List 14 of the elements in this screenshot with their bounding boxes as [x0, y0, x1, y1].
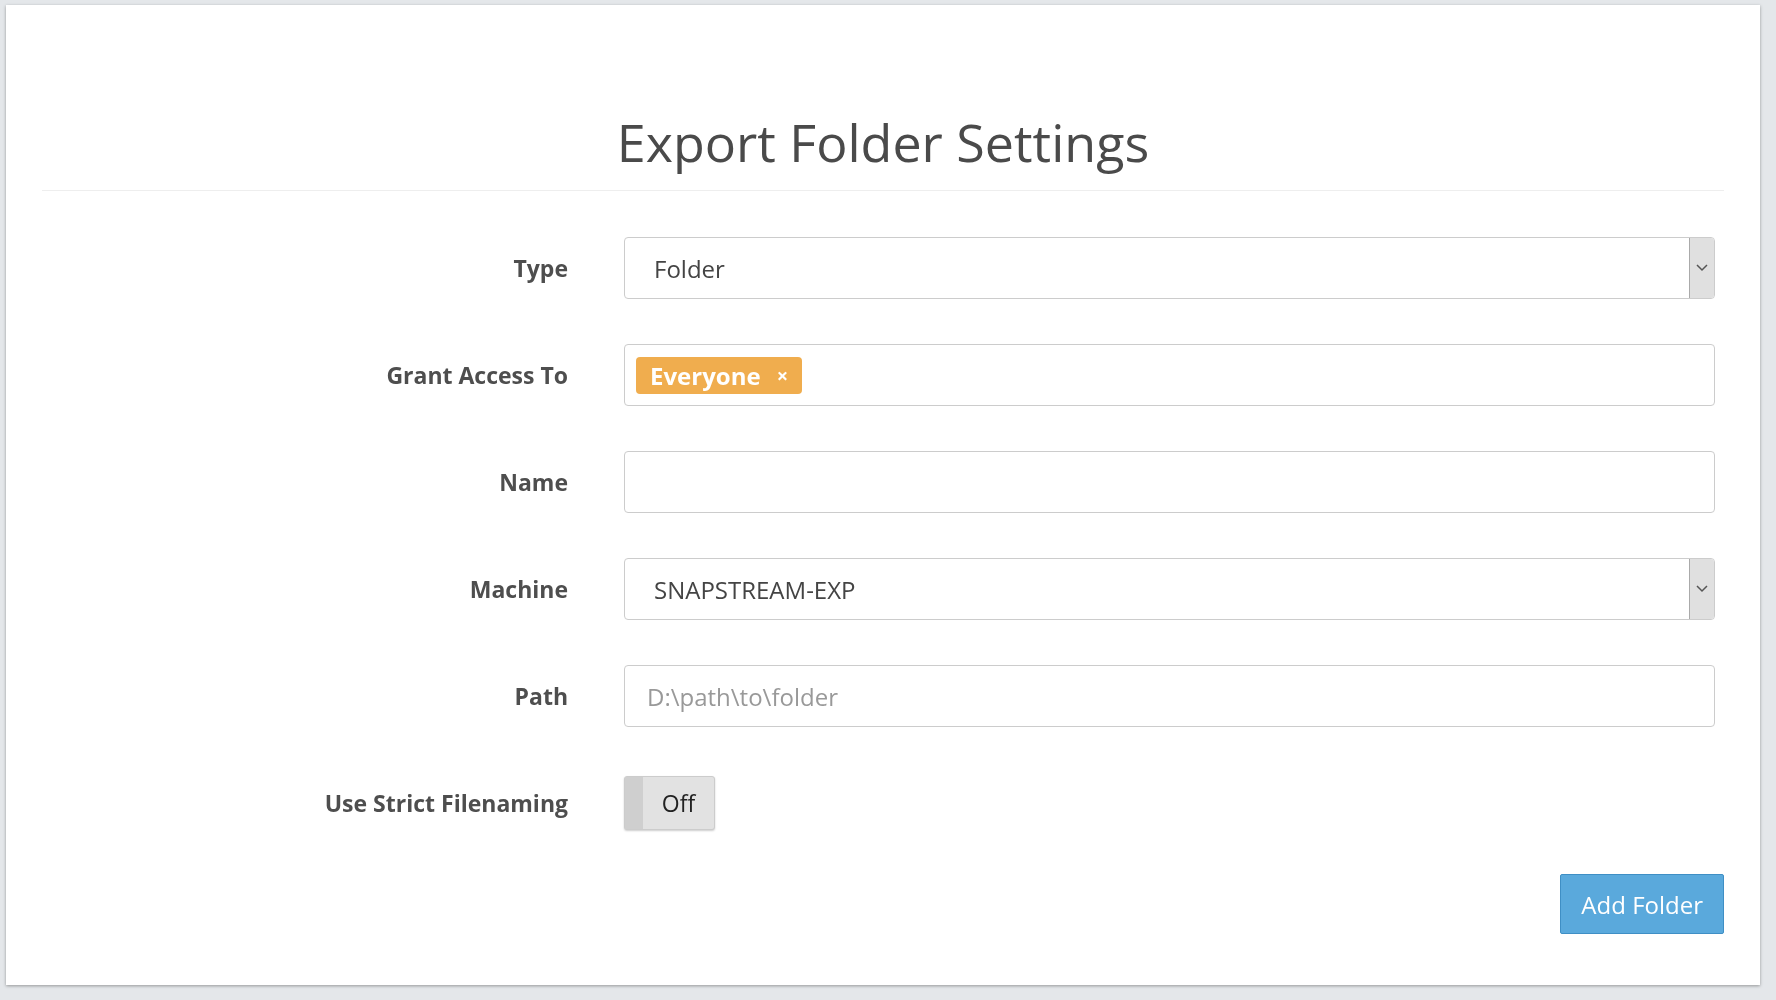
field-label: Type [513, 252, 568, 285]
chevron-down-icon [1696, 585, 1708, 594]
toggle-switch[interactable]: Off [624, 776, 715, 831]
field-label: Name [499, 466, 568, 499]
tag-label: Everyone [650, 358, 761, 392]
text-field[interactable] [624, 451, 1715, 514]
chevron-down-icon [1696, 264, 1708, 273]
field-label: Use Strict Filenaming [324, 787, 568, 820]
field-label: Path [514, 680, 568, 713]
field-label: Grant Access To [386, 359, 568, 392]
field-label: Machine [469, 573, 568, 606]
text-field[interactable]: D:\path\to\folder [624, 665, 1715, 728]
dropdown[interactable]: SNAPSTREAM-EXP [624, 558, 1715, 621]
dropdown[interactable]: Folder [624, 237, 1715, 300]
